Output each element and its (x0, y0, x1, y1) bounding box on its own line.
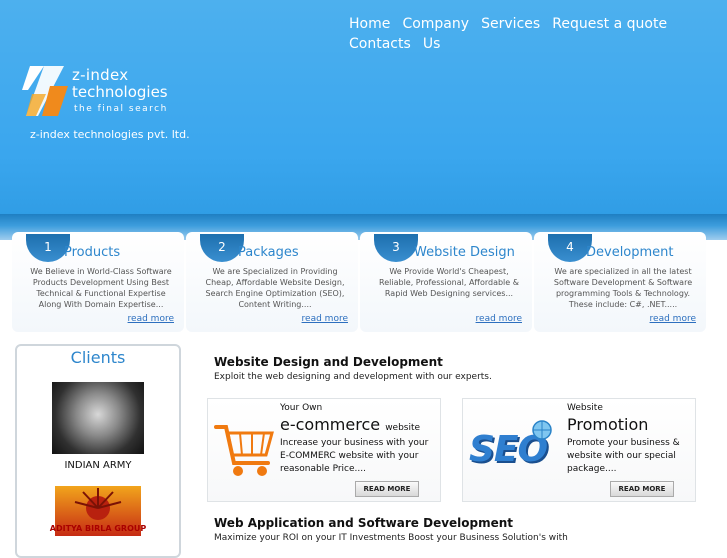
promotion-card: SEO Website Promotion Promote your busin… (462, 398, 696, 502)
feature-products: 1 Products We Believe in World-Class Sof… (12, 232, 184, 332)
card-kicker: Website (567, 403, 603, 413)
sunburst-icon (74, 488, 122, 520)
indian-army-logo[interactable] (52, 382, 144, 454)
read-more-link[interactable]: read more (650, 314, 696, 324)
shopping-cart-icon (214, 425, 274, 476)
feature-title: Website Design (414, 245, 515, 260)
site-logo[interactable]: z-index technologies the final search (22, 64, 182, 120)
card-heading-suffix: website (385, 423, 421, 433)
feature-text: We Provide World's Cheapest, Reliable, P… (379, 267, 519, 298)
client-label: ADITYA BIRLA GROUP (49, 524, 147, 533)
logo-text-line1: z-index (72, 66, 129, 84)
feature-title: Packages (238, 245, 299, 260)
feature-text: We are specialized in all the latest Sof… (553, 267, 693, 309)
card-description: Promote your business & website with our… (567, 438, 680, 474)
feature-text: We are Specialized in Providing Cheap, A… (205, 267, 345, 309)
feature-number-badge: 3 (374, 234, 418, 262)
feature-development: 4 Development We are specialized in all … (534, 232, 706, 332)
nav-request-quote[interactable]: Request a quote (552, 16, 667, 33)
nav-contacts[interactable]: Contacts (349, 36, 411, 53)
card-kicker: Your Own (280, 403, 323, 413)
logo-text-line2: technologies (72, 83, 168, 101)
card-description: Increase your business with your E-COMME… (280, 438, 429, 474)
client-label: INDIAN ARMY (64, 460, 132, 471)
logo-tagline: the final search (74, 104, 168, 114)
clients-title: Clients (70, 348, 126, 367)
section-title: Website Design and Development (214, 355, 443, 369)
section-subtitle: Maximize your ROI on your IT Investments… (214, 533, 568, 543)
nav-services[interactable]: Services (481, 16, 540, 33)
feature-title: Development (586, 245, 674, 260)
section-title: Web Application and Software Development (214, 516, 514, 530)
read-more-button[interactable]: READ MORE (610, 481, 674, 497)
feature-title: Products (64, 245, 121, 260)
feature-website-design: 3 Website Design We Provide World's Chea… (360, 232, 532, 332)
read-more-link[interactable]: read more (128, 314, 174, 324)
company-name: z-index technologies pvt. ltd. (30, 128, 190, 141)
clients-panel: Clients INDIAN ARMY ADITYA BIRLA GROUP (15, 344, 181, 558)
card-heading: Promotion (567, 415, 649, 434)
card-heading: e-commerce website (280, 415, 420, 434)
nav-company[interactable]: Company (402, 16, 469, 33)
section-subtitle: Exploit the web designing and developmen… (214, 372, 492, 382)
feature-packages: 2 Packages We are Specialized in Providi… (186, 232, 358, 332)
z-index-logo-icon (22, 66, 68, 116)
site-header: Home Company Services Request a quote Co… (0, 0, 727, 222)
ecommerce-card: Your Own e-commerce website Increase you… (207, 398, 441, 502)
read-more-link[interactable]: read more (476, 314, 522, 324)
main-nav: Home Company Services Request a quote Co… (349, 13, 727, 53)
globe-icon (532, 420, 552, 440)
nav-us[interactable]: Us (423, 36, 441, 53)
read-more-link[interactable]: read more (302, 314, 348, 324)
card-heading-main: e-commerce (280, 415, 381, 434)
nav-home[interactable]: Home (349, 16, 390, 33)
feature-text: We Believe in World-Class Software Produ… (30, 267, 172, 309)
read-more-button[interactable]: READ MORE (355, 481, 419, 497)
